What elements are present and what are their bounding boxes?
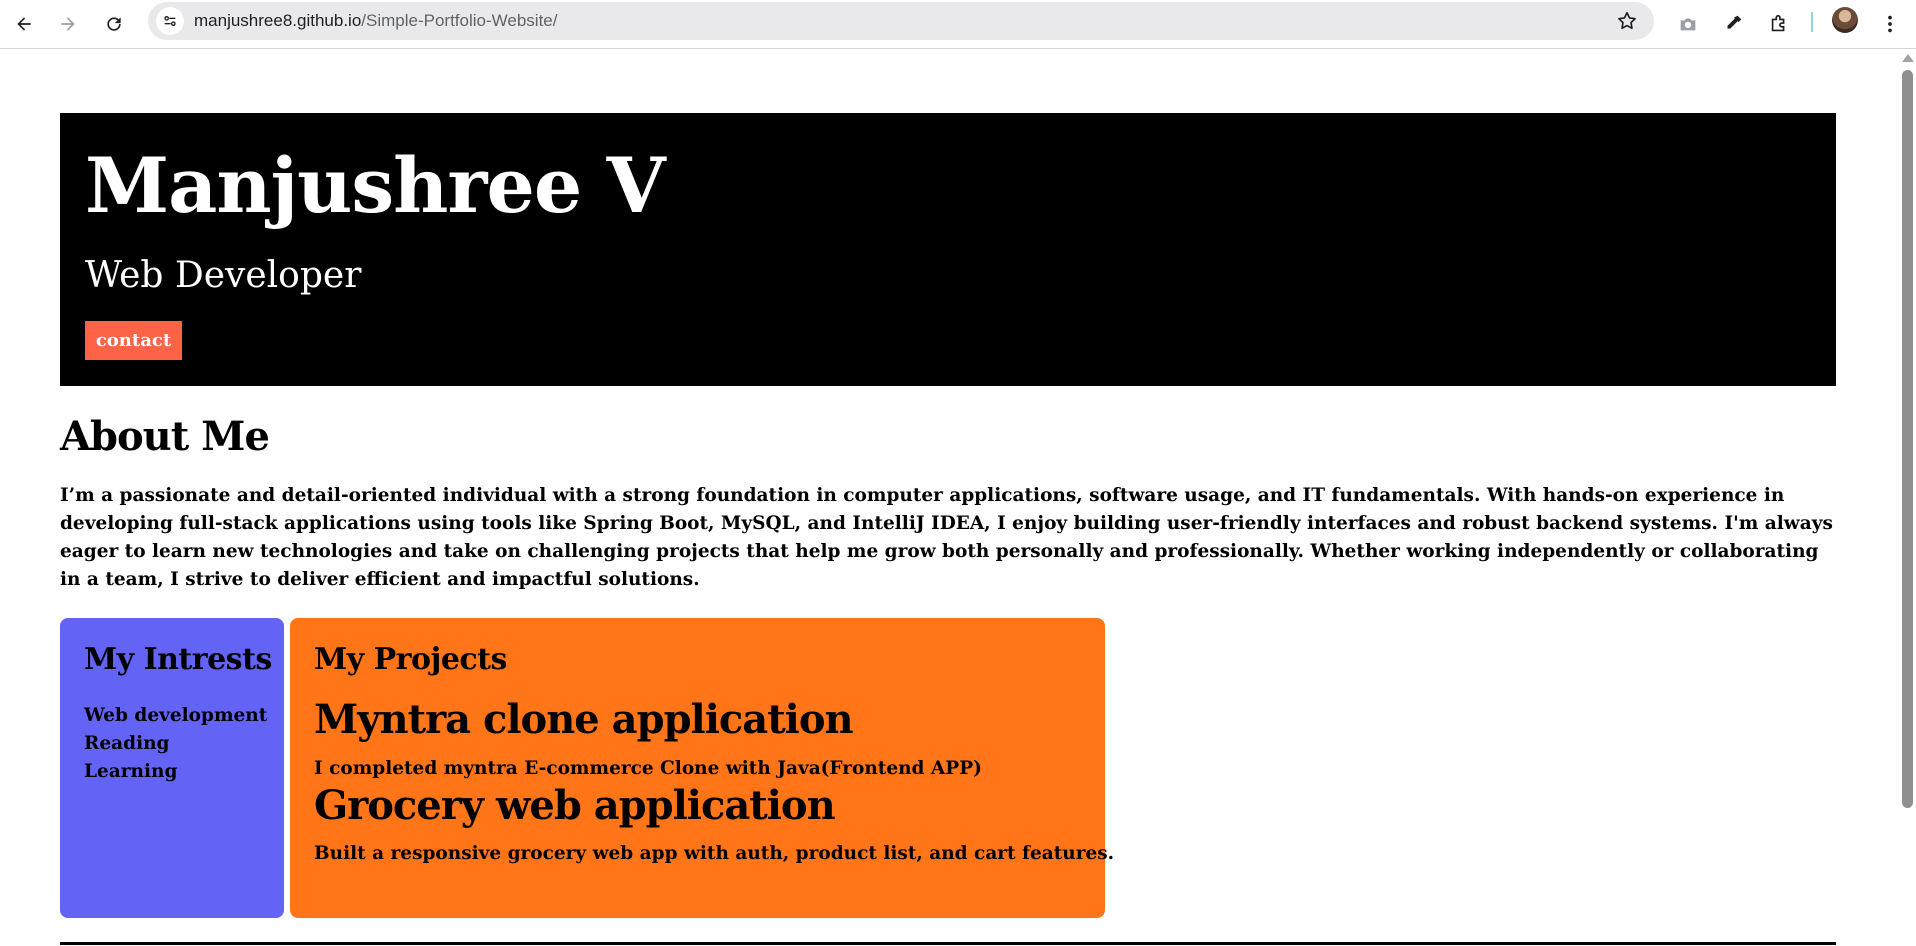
more-icon[interactable] <box>1874 8 1906 40</box>
url-host: manjushree8.github.io <box>194 11 362 30</box>
forward-icon[interactable] <box>52 8 84 40</box>
toolbar-divider <box>1811 12 1813 32</box>
eyedropper-icon[interactable] <box>1717 8 1749 40</box>
scrollbar-thumb[interactable] <box>1902 70 1913 808</box>
hero-header: Manjushree V Web Developer contact <box>60 113 1836 386</box>
star-icon[interactable] <box>1616 10 1638 32</box>
list-item: Learning <box>84 761 178 782</box>
profile-avatar[interactable] <box>1832 7 1858 33</box>
project-title: Myntra clone application <box>314 696 854 743</box>
projects-title: My Projects <box>314 642 507 677</box>
reload-icon[interactable] <box>98 8 130 40</box>
list-item: Web development <box>84 705 268 726</box>
url-text[interactable]: manjushree8.github.io/Simple-Portfolio-W… <box>194 11 557 31</box>
scroll-up-icon[interactable] <box>1902 54 1914 62</box>
project-description: Built a responsive grocery web app with … <box>314 843 1115 864</box>
browser-toolbar: manjushree8.github.io/Simple-Portfolio-W… <box>0 0 1916 49</box>
site-info-icon[interactable] <box>156 7 184 35</box>
back-icon[interactable] <box>8 8 40 40</box>
page-content: Manjushree V Web Developer contact About… <box>0 50 1898 946</box>
about-title: About Me <box>60 413 270 460</box>
hero-name: Manjushree V <box>85 141 666 230</box>
list-item: Reading <box>84 733 170 754</box>
interests-title: My Intrests <box>84 642 272 677</box>
camera-icon[interactable] <box>1672 8 1704 40</box>
extensions-icon[interactable] <box>1763 8 1795 40</box>
projects-card: My Projects Myntra clone application I c… <box>290 618 1114 918</box>
address-bar[interactable]: manjushree8.github.io/Simple-Portfolio-W… <box>148 2 1654 40</box>
contact-button[interactable]: contact <box>85 321 182 360</box>
project-description: I completed myntra E-commerce Clone with… <box>314 758 982 779</box>
interests-card: My Intrests Web development Reading Lear… <box>60 618 284 918</box>
interests-list: Web development Reading Learning <box>84 702 267 786</box>
url-path: /Simple-Portfolio-Website/ <box>361 11 558 30</box>
project-title: Grocery web application <box>314 782 836 829</box>
hero-role: Web Developer <box>85 255 362 296</box>
footer-divider <box>60 942 1836 945</box>
about-text: I’m a passionate and detail-oriented ind… <box>60 485 1833 590</box>
